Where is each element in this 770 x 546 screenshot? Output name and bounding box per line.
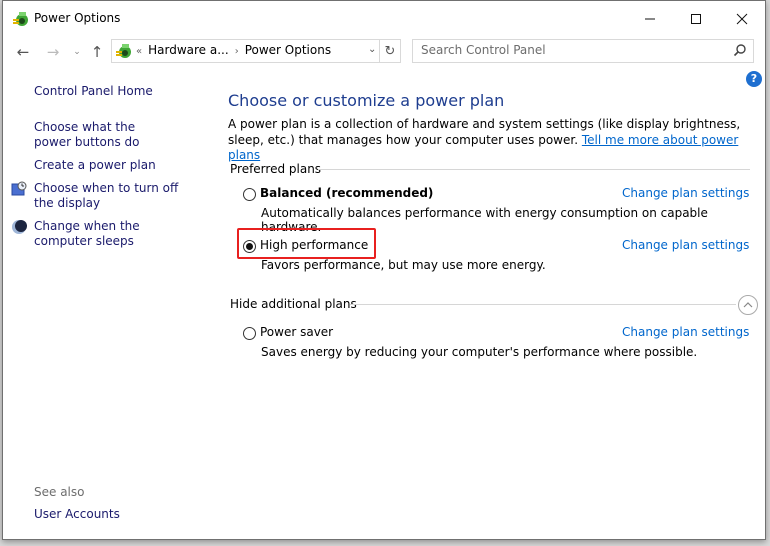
- search-placeholder: Search Control Panel: [421, 43, 546, 57]
- search-icon[interactable]: [733, 43, 747, 57]
- sidebar-control-panel-home[interactable]: Control Panel Home: [34, 84, 204, 99]
- additional-plans-divider: [350, 304, 736, 305]
- page-description: A power plan is a collection of hardware…: [228, 117, 758, 164]
- maximize-button[interactable]: [673, 1, 719, 37]
- arrow-up-icon: ↑: [90, 43, 104, 61]
- refresh-icon: ↻: [384, 43, 396, 59]
- change-settings-balanced[interactable]: Change plan settings: [622, 186, 749, 200]
- sidebar-create-plan[interactable]: Create a power plan: [34, 158, 204, 173]
- breadcrumb-separator[interactable]: ›: [235, 46, 239, 57]
- collapse-button[interactable]: [738, 295, 758, 315]
- radio-balanced[interactable]: [243, 188, 256, 201]
- sidebar-display-off[interactable]: Choose when to turn off the display: [34, 181, 194, 211]
- preferred-plans-divider: [318, 169, 750, 170]
- breadcrumb-power-options[interactable]: Power Options: [245, 43, 331, 57]
- up-button[interactable]: ↑: [87, 43, 107, 61]
- minimize-icon: [645, 18, 655, 20]
- address-dropdown-icon[interactable]: ⌄: [368, 44, 376, 55]
- chevron-up-icon: [743, 302, 753, 308]
- see-also-user-accounts[interactable]: User Accounts: [34, 507, 204, 522]
- see-also-label: See also: [34, 485, 85, 499]
- preferred-plans-label: Preferred plans: [230, 162, 322, 176]
- sidebar: Control Panel Home Choose what the power…: [3, 67, 218, 539]
- navigation-bar: ← → ⌄ ↑ « Hardware a... › Power Options ⌄ ↻…: [3, 37, 765, 67]
- moon-icon: [12, 220, 27, 234]
- plan-name-balanced[interactable]: Balanced (recommended): [260, 186, 433, 200]
- forward-button[interactable]: →: [43, 43, 63, 61]
- minimize-button[interactable]: [627, 1, 673, 37]
- search-input[interactable]: Search Control Panel: [412, 39, 754, 63]
- radio-high-performance[interactable]: [243, 240, 256, 253]
- title-bar: Power Options: [3, 1, 765, 37]
- close-button[interactable]: [719, 1, 765, 37]
- change-settings-high-performance[interactable]: Change plan settings: [622, 238, 749, 252]
- chevron-down-icon: ⌄: [73, 47, 81, 57]
- page-title: Choose or customize a power plan: [228, 91, 505, 110]
- arrow-right-icon: →: [46, 43, 60, 61]
- back-button[interactable]: ←: [13, 43, 33, 61]
- plan-desc-high-performance: Favors performance, but may use more ene…: [261, 258, 546, 272]
- arrow-left-icon: ←: [16, 43, 30, 61]
- sidebar-power-buttons[interactable]: Choose what the power buttons do: [34, 120, 174, 150]
- change-settings-power-saver[interactable]: Change plan settings: [622, 325, 749, 339]
- power-options-icon: [13, 12, 28, 26]
- close-icon: [736, 13, 748, 25]
- additional-plans-label[interactable]: Hide additional plans: [230, 297, 357, 311]
- display-clock-icon: [11, 181, 27, 196]
- plan-desc-power-saver: Saves energy by reducing your computer's…: [261, 345, 698, 359]
- plan-name-high-performance[interactable]: High performance: [260, 238, 368, 252]
- radio-power-saver[interactable]: [243, 327, 256, 340]
- window-title: Power Options: [34, 11, 121, 25]
- breadcrumb: « Hardware a... › Power Options: [136, 43, 331, 57]
- plan-name-power-saver[interactable]: Power saver: [260, 325, 333, 339]
- maximize-icon: [691, 14, 701, 24]
- power-options-icon: [116, 44, 131, 58]
- breadcrumb-hardware[interactable]: Hardware a...: [148, 43, 229, 57]
- sidebar-computer-sleeps[interactable]: Change when the computer sleeps: [34, 219, 194, 249]
- breadcrumb-overflow[interactable]: «: [136, 46, 142, 57]
- refresh-button[interactable]: ↻: [379, 40, 400, 62]
- recent-locations-button[interactable]: ⌄: [67, 43, 87, 61]
- address-bar[interactable]: « Hardware a... › Power Options ⌄ ↻: [111, 39, 401, 63]
- power-options-window: Power Options ← → ⌄ ↑ « Hardware a... › Pow…: [2, 0, 766, 540]
- main-content: Choose or customize a power plan A power…: [228, 67, 765, 539]
